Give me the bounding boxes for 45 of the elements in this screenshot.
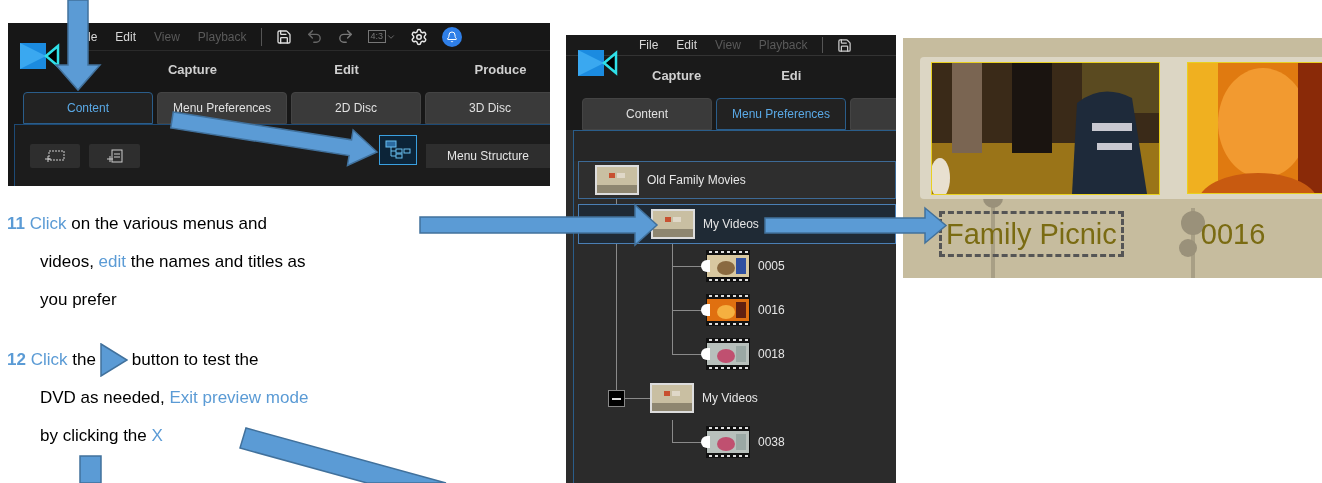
notification-icon[interactable] [442,26,463,47]
collapse-icon[interactable] [608,390,625,407]
instruction-text: you prefer [40,289,117,312]
tab[interactable]: 2D Disc [291,92,421,124]
instruction-text: 12 Click the [7,349,96,372]
settings-icon[interactable] [410,27,429,46]
tree-label[interactable]: 0016 [758,301,785,319]
menu-item[interactable]: Edit [115,27,137,46]
instruction-text: by clicking the X [40,425,163,448]
play-icon [99,343,128,377]
save-icon[interactable] [275,28,292,45]
mode-tab[interactable]: Edit [297,59,396,80]
mode-tab[interactable]: Capture [652,65,702,86]
instruction-text: button to test the [131,349,259,372]
pointer-arrow [79,455,102,483]
tree-label[interactable]: My Videos [702,389,758,407]
tree-label: My Videos [703,216,759,233]
add-item-button[interactable] [89,143,140,168]
tree-label[interactable]: 0038 [758,433,785,451]
menu-structure-icon[interactable] [379,134,417,165]
instruction-text: DVD as needed, Exit preview mode [40,387,309,410]
tree-label[interactable]: 0005 [758,257,785,275]
save-icon[interactable] [836,37,852,53]
menu-item[interactable]: le [88,27,98,46]
tree-label: Old Family Movies [647,172,746,189]
add-menu-icon [45,149,65,162]
menu-item[interactable]: Edit [676,36,698,54]
redo-icon[interactable] [336,28,354,45]
menu-structure-button[interactable]: Menu Structure [426,143,550,168]
tab[interactable]: Content [582,98,712,130]
tab[interactable]: Content [23,92,153,124]
tree-row[interactable]: Old Family Movies [578,161,896,199]
add-menu-button[interactable] [30,143,80,168]
menu-item[interactable]: File [639,36,659,54]
instruction-text: videos, edit the names and titles as [40,251,306,274]
mode-tab[interactable]: Capture [143,59,242,80]
undo-icon[interactable] [305,28,323,45]
add-list-icon [106,148,123,163]
tree-label[interactable]: 0018 [758,345,785,363]
tab[interactable]: 3D Disc [425,92,550,124]
tab[interactable]: Menu Preferences [716,98,846,130]
mode-tab[interactable]: Edi [781,65,802,86]
instruction-text: 11 Click on the various menus and [7,213,267,236]
mode-tab[interactable]: Produce [451,59,550,80]
app-logo-icon [20,43,60,69]
